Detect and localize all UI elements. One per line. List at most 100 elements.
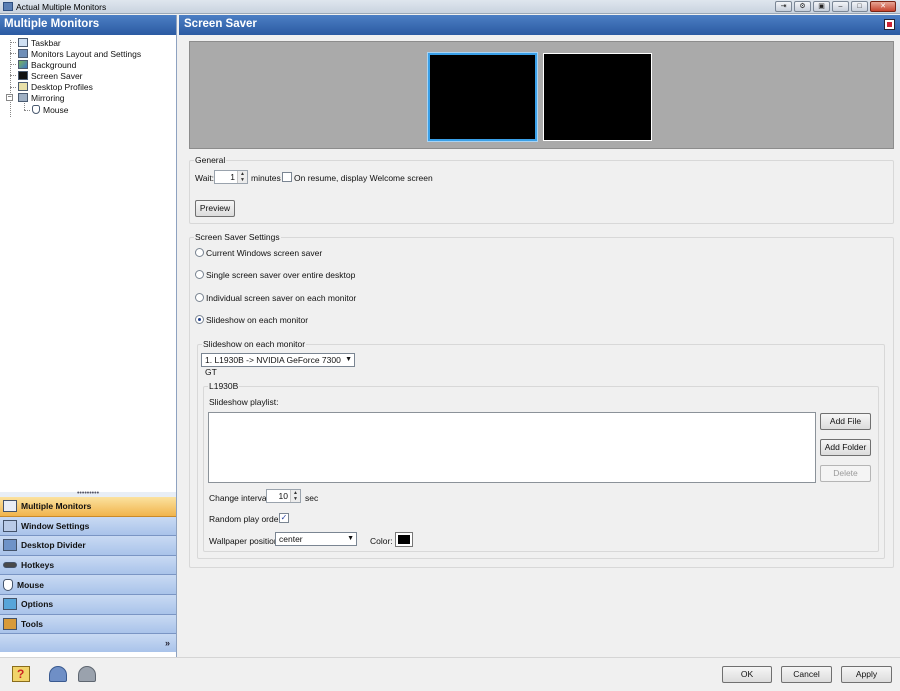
random-order-label: Random play order xyxy=(209,514,282,524)
nav-options[interactable]: Options xyxy=(0,594,176,615)
tree-item-desktop-profiles[interactable]: Desktop Profiles xyxy=(18,81,93,92)
tree-item-label: Taskbar xyxy=(31,37,61,48)
playlist-label: Slideshow playlist: xyxy=(209,397,279,407)
mouse-icon xyxy=(3,578,13,591)
nav-mouse[interactable]: Mouse xyxy=(0,575,176,595)
tree-item-label: Background xyxy=(31,59,77,70)
stepper-arrows[interactable]: ▲ ▼ xyxy=(290,490,300,502)
category-nav: Multiple Monitors Window Settings Deskto… xyxy=(0,497,176,653)
tree-item-label: Mouse xyxy=(43,104,69,115)
tree-connector xyxy=(10,75,16,76)
change-interval-stepper[interactable]: 10 ▲ ▼ xyxy=(266,489,301,503)
tree-connector xyxy=(10,53,16,54)
window-title: Actual Multiple Monitors xyxy=(16,2,107,12)
wait-value: 1 xyxy=(230,172,235,182)
mirroring-expander[interactable]: − xyxy=(6,94,13,101)
tree-item-background[interactable]: Background xyxy=(18,59,76,70)
option-label: Individual screen saver on each monitor xyxy=(206,293,357,303)
delete-button[interactable]: Delete xyxy=(820,465,871,482)
nav-desktop-divider[interactable]: Desktop Divider xyxy=(0,536,176,556)
nav-more-button[interactable]: » xyxy=(0,634,176,653)
desktop-profiles-icon xyxy=(18,82,28,91)
random-order-checkbox[interactable]: ✓ xyxy=(279,513,289,523)
forward-icon[interactable] xyxy=(78,666,96,682)
tree-item-mirroring[interactable]: Mirroring xyxy=(18,92,65,103)
screen-saver-settings-title: Screen Saver Settings xyxy=(194,232,281,242)
nav-label: Multiple Monitors xyxy=(21,501,92,512)
color-picker-button[interactable] xyxy=(395,532,413,547)
left-panel: Multiple Monitors Taskbar Monitors Layou… xyxy=(0,15,177,657)
general-group-title: General xyxy=(194,155,227,165)
nav-multiple-monitors[interactable]: Multiple Monitors xyxy=(0,497,176,517)
screen-saver-header-icon xyxy=(884,19,895,30)
settings-tree: Taskbar Monitors Layout and Settings Bac… xyxy=(0,35,176,493)
tree-connector xyxy=(24,110,30,111)
tree-item-label: Desktop Profiles xyxy=(31,81,93,92)
tree-connector xyxy=(10,64,16,65)
color-swatch xyxy=(398,535,410,544)
window-controls: ⇥ ⚙ ▣ – □ ✕ xyxy=(775,1,896,12)
move-to-monitor-button[interactable]: ▣ xyxy=(813,1,830,12)
resume-welcome-checkbox[interactable] xyxy=(282,172,292,182)
tree-connector xyxy=(10,87,16,88)
nav-label: Hotkeys xyxy=(21,560,55,571)
chevron-down-icon: ▼ xyxy=(347,535,354,542)
slideshow-playlist[interactable] xyxy=(208,412,816,483)
tree-connector xyxy=(10,42,16,43)
maximize-button[interactable]: □ xyxy=(851,1,868,12)
settings-button[interactable]: ⚙ xyxy=(794,1,811,12)
tree-item-screen-saver[interactable]: Screen Saver xyxy=(18,70,83,81)
screen-saver-icon xyxy=(18,71,28,80)
help-icon[interactable] xyxy=(12,666,30,682)
wallpaper-position-select[interactable]: center ▼ xyxy=(275,532,357,546)
tree-item-taskbar[interactable]: Taskbar xyxy=(18,37,61,48)
add-file-button[interactable]: Add File xyxy=(820,413,871,430)
wait-label: Wait: xyxy=(195,173,215,183)
window-settings-icon xyxy=(3,519,17,532)
page-title: Screen Saver xyxy=(184,18,257,30)
monitor-preview-area xyxy=(189,41,894,149)
monitor-select[interactable]: 1. L1930B -> NVIDIA GeForce 7300 GT ▼ xyxy=(201,353,355,377)
add-folder-button[interactable]: Add Folder xyxy=(820,439,871,456)
wallpaper-position-label: Wallpaper position: xyxy=(209,536,281,546)
nav-label: Options xyxy=(21,599,54,610)
nav-hotkeys[interactable]: Hotkeys xyxy=(0,555,176,576)
monitor-slideshow-title: L1930B xyxy=(208,381,240,391)
page-title-bar: Screen Saver xyxy=(179,15,900,35)
nav-tools[interactable]: Tools xyxy=(0,614,176,635)
preview-button[interactable]: Preview xyxy=(195,200,235,217)
resume-welcome-label: On resume, display Welcome screen xyxy=(294,173,433,183)
ok-button[interactable]: OK xyxy=(722,666,772,683)
left-panel-header: Multiple Monitors xyxy=(0,15,176,35)
back-icon[interactable] xyxy=(49,666,67,682)
option-label: Single screen saver over entire desktop xyxy=(206,270,356,280)
apply-button[interactable]: Apply xyxy=(841,666,892,683)
monitor-2-preview[interactable] xyxy=(543,53,652,141)
radio-slideshow-each-monitor[interactable] xyxy=(195,315,204,324)
stepper-arrows[interactable]: ▲ ▼ xyxy=(237,171,247,183)
dialog-footer: OK Cancel Apply xyxy=(0,657,900,691)
monitor-1-preview[interactable] xyxy=(428,53,537,141)
chevron-down-icon: ▼ xyxy=(345,356,352,363)
minimize-button[interactable]: – xyxy=(832,1,849,12)
wait-minutes-stepper[interactable]: 1 ▲ ▼ xyxy=(214,170,248,184)
mirroring-icon xyxy=(18,93,28,102)
pin-button[interactable]: ⇥ xyxy=(775,1,792,12)
tree-item-label: Screen Saver xyxy=(31,70,83,81)
tree-item-mouse[interactable]: Mouse xyxy=(32,104,69,115)
radio-individual-saver-monitor[interactable] xyxy=(195,293,204,302)
cancel-button[interactable]: Cancel xyxy=(781,666,832,683)
change-interval-label: Change interval: xyxy=(209,493,271,503)
nav-window-settings[interactable]: Window Settings xyxy=(0,516,176,537)
interval-unit: sec xyxy=(305,493,319,503)
tree-item-monitors-layout[interactable]: Monitors Layout and Settings xyxy=(18,48,141,59)
radio-single-saver-desktop[interactable] xyxy=(195,270,204,279)
background-icon xyxy=(18,60,28,69)
monitor-icon xyxy=(18,49,28,58)
wallpaper-position-value: center xyxy=(279,534,303,544)
general-group xyxy=(189,160,894,224)
tree-item-label: Mirroring xyxy=(31,92,65,103)
nav-label: Desktop Divider xyxy=(21,540,86,551)
close-button[interactable]: ✕ xyxy=(870,1,896,12)
radio-current-windows-saver[interactable] xyxy=(195,248,204,257)
